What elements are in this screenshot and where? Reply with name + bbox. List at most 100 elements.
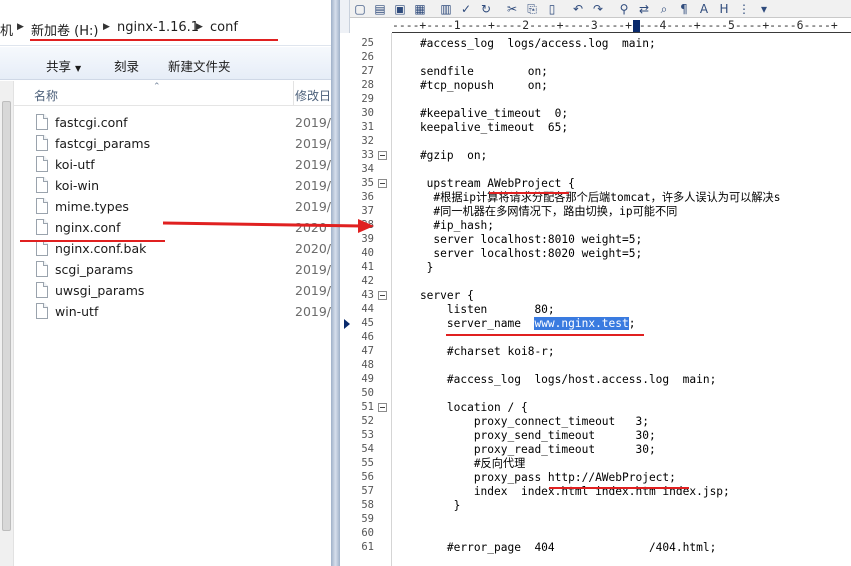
file-row[interactable]: uwsgi_params 2019/ [14, 280, 331, 301]
file-row[interactable]: fastcgi.conf 2019/ [14, 112, 331, 133]
more-icon[interactable]: ▾ [756, 1, 772, 17]
new-folder-button[interactable]: 新建文件夹 [168, 56, 231, 75]
code-text: proxy_send_timeout 30; [393, 429, 656, 442]
code-line[interactable]: } [393, 261, 434, 275]
share-button[interactable]: 共享 ▼ [46, 56, 81, 75]
code-line[interactable]: proxy_send_timeout 30; [393, 429, 656, 443]
spellcheck-icon[interactable]: ✓ [458, 1, 474, 17]
save-all-icon[interactable]: ▦ [412, 1, 428, 17]
format-icon[interactable]: ¶ [676, 1, 692, 17]
selected-text[interactable]: www.nginx.test [534, 317, 629, 330]
code-line[interactable]: #同一机器在多网情况下，路由切换，ip可能不同 [393, 205, 677, 219]
column-mode-icon[interactable]: ⋮ [736, 1, 752, 17]
file-row[interactable]: win-utf 2019/ [14, 301, 331, 322]
annotation-underline-file [20, 240, 165, 242]
editor-toolbar: ▢ ▤ ▣ ▦ ▥ ✓ ↻ ✂ ⎘ ▯ ↶ ↷ ⚲ ⇄ ⌕ ¶ A H ⋮ ▾ [340, 0, 851, 18]
file-explorer-window: 机 ▶ 新加卷 (H:) ▶ nginx-1.16.1 ▶ conf 共享 ▼ … [0, 0, 331, 566]
print-icon[interactable]: ▥ [438, 1, 454, 17]
open-folder-icon[interactable]: ▤ [372, 1, 388, 17]
code-line[interactable]: #反向代理 [393, 457, 526, 471]
file-row[interactable]: mime.types 2019/ [14, 196, 331, 217]
new-file-icon[interactable]: ▢ [352, 1, 368, 17]
code-line[interactable]: upstream AWebProject { [393, 177, 575, 191]
code-line[interactable]: proxy_connect_timeout 3; [393, 415, 649, 429]
file-modified-date: 2019/ [295, 262, 331, 277]
file-row[interactable]: nginx.conf 2020 [14, 217, 331, 238]
refresh-icon[interactable]: ↻ [478, 1, 494, 17]
hex-icon[interactable]: H [716, 1, 732, 17]
code-line[interactable]: #charset koi8-r; [393, 345, 555, 359]
line-number: 60 [361, 527, 374, 539]
code-line[interactable]: listen 80; [393, 303, 555, 317]
paste-icon[interactable]: ▯ [544, 1, 560, 17]
cut-icon[interactable]: ✂ [504, 1, 520, 17]
column-name-header[interactable]: 名称 [34, 87, 58, 104]
line-number: 49 [361, 373, 374, 385]
code-text: #ip_hash; [393, 219, 495, 232]
fold-toggle-icon[interactable] [378, 403, 387, 412]
breadcrumb-chevron-icon[interactable]: ▶ [103, 21, 110, 32]
fold-toggle-icon[interactable] [378, 291, 387, 300]
code-line[interactable]: proxy_pass http://AWebProject; [393, 471, 676, 485]
file-icon [36, 198, 48, 214]
breadcrumb-drive[interactable]: 新加卷 (H:) [31, 20, 98, 39]
scrollbar-thumb[interactable] [2, 101, 11, 531]
code-line[interactable]: #error_page 404 /404.html; [393, 541, 716, 555]
undo-icon[interactable]: ↶ [570, 1, 586, 17]
code-line[interactable]: server localhost:8010 weight=5; [393, 233, 642, 247]
file-modified-date: 2019/ [295, 199, 331, 214]
file-modified-date: 2019/ [295, 157, 331, 172]
file-row[interactable]: scgi_params 2019/ [14, 259, 331, 280]
code-line[interactable]: proxy_read_timeout 30; [393, 443, 656, 457]
search-icon[interactable]: ⚲ [616, 1, 632, 17]
font-icon[interactable]: A [696, 1, 712, 17]
file-name: fastcgi_params [55, 136, 151, 151]
code-text: #tcp_nopush on; [393, 79, 548, 92]
line-number: 42 [361, 275, 374, 287]
code-text: #同一机器在多网情况下，路由切换，ip可能不同 [393, 205, 678, 218]
code-line[interactable]: #access_log logs/host.access.log main; [393, 373, 716, 387]
code-line[interactable]: #keepalive_timeout 0; [393, 107, 568, 121]
fold-toggle-icon[interactable] [378, 151, 387, 160]
file-modified-date: 2019/ [295, 178, 331, 193]
code-line[interactable]: #tcp_nopush on; [393, 79, 548, 93]
replace-icon[interactable]: ⇄ [636, 1, 652, 17]
breadcrumb-chevron-icon[interactable]: ▶ [17, 21, 24, 32]
annotation-underline-upstream [489, 192, 569, 194]
code-line[interactable]: #gzip on; [393, 149, 487, 163]
code-line[interactable]: } [393, 499, 461, 513]
line-number: 46 [361, 331, 374, 343]
code-line[interactable]: keepalive_timeout 65; [393, 121, 568, 135]
find-in-files-icon[interactable]: ⌕ [656, 1, 672, 17]
file-name: fastcgi.conf [55, 115, 128, 130]
column-divider[interactable] [293, 81, 294, 105]
breadcrumb-conf[interactable]: conf [210, 20, 238, 35]
code-line[interactable]: location / { [393, 401, 528, 415]
code-text-after: ; [628, 317, 636, 330]
file-icon [36, 303, 48, 319]
code-line[interactable]: #ip_hash; [393, 219, 494, 233]
file-row[interactable]: fastcgi_params 2019/ [14, 133, 331, 154]
breadcrumb-partial: 机 [0, 24, 14, 39]
code-line[interactable]: server { [393, 289, 474, 303]
column-modified-header[interactable]: 修改日 [295, 87, 331, 104]
code-line[interactable]: server_name www.nginx.test; [393, 317, 636, 331]
line-number: 30 [361, 107, 374, 119]
line-number: 47 [361, 345, 374, 357]
copy-icon[interactable]: ⎘ [524, 1, 540, 17]
breadcrumb-nginx[interactable]: nginx-1.16.1 [117, 20, 199, 35]
file-row[interactable]: koi-utf 2019/ [14, 154, 331, 175]
code-line[interactable]: server localhost:8020 weight=5; [393, 247, 642, 261]
code-line[interactable]: sendfile on; [393, 65, 548, 79]
line-number: 58 [361, 499, 374, 511]
redo-icon[interactable]: ↷ [590, 1, 606, 17]
save-icon[interactable]: ▣ [392, 1, 408, 17]
left-scrollbar[interactable] [0, 81, 14, 566]
breadcrumb-chevron-icon[interactable]: ▶ [196, 21, 203, 32]
code-line[interactable]: #根据ip计算将请求分配各那个后端tomcat，许多人误认为可以解决s [393, 191, 780, 205]
file-row[interactable]: koi-win 2019/ [14, 175, 331, 196]
burn-button[interactable]: 刻录 [114, 56, 139, 75]
fold-toggle-icon[interactable] [378, 179, 387, 188]
code-line[interactable]: #access_log logs/access.log main; [393, 37, 656, 51]
code-text: #charset koi8-r; [393, 345, 555, 358]
